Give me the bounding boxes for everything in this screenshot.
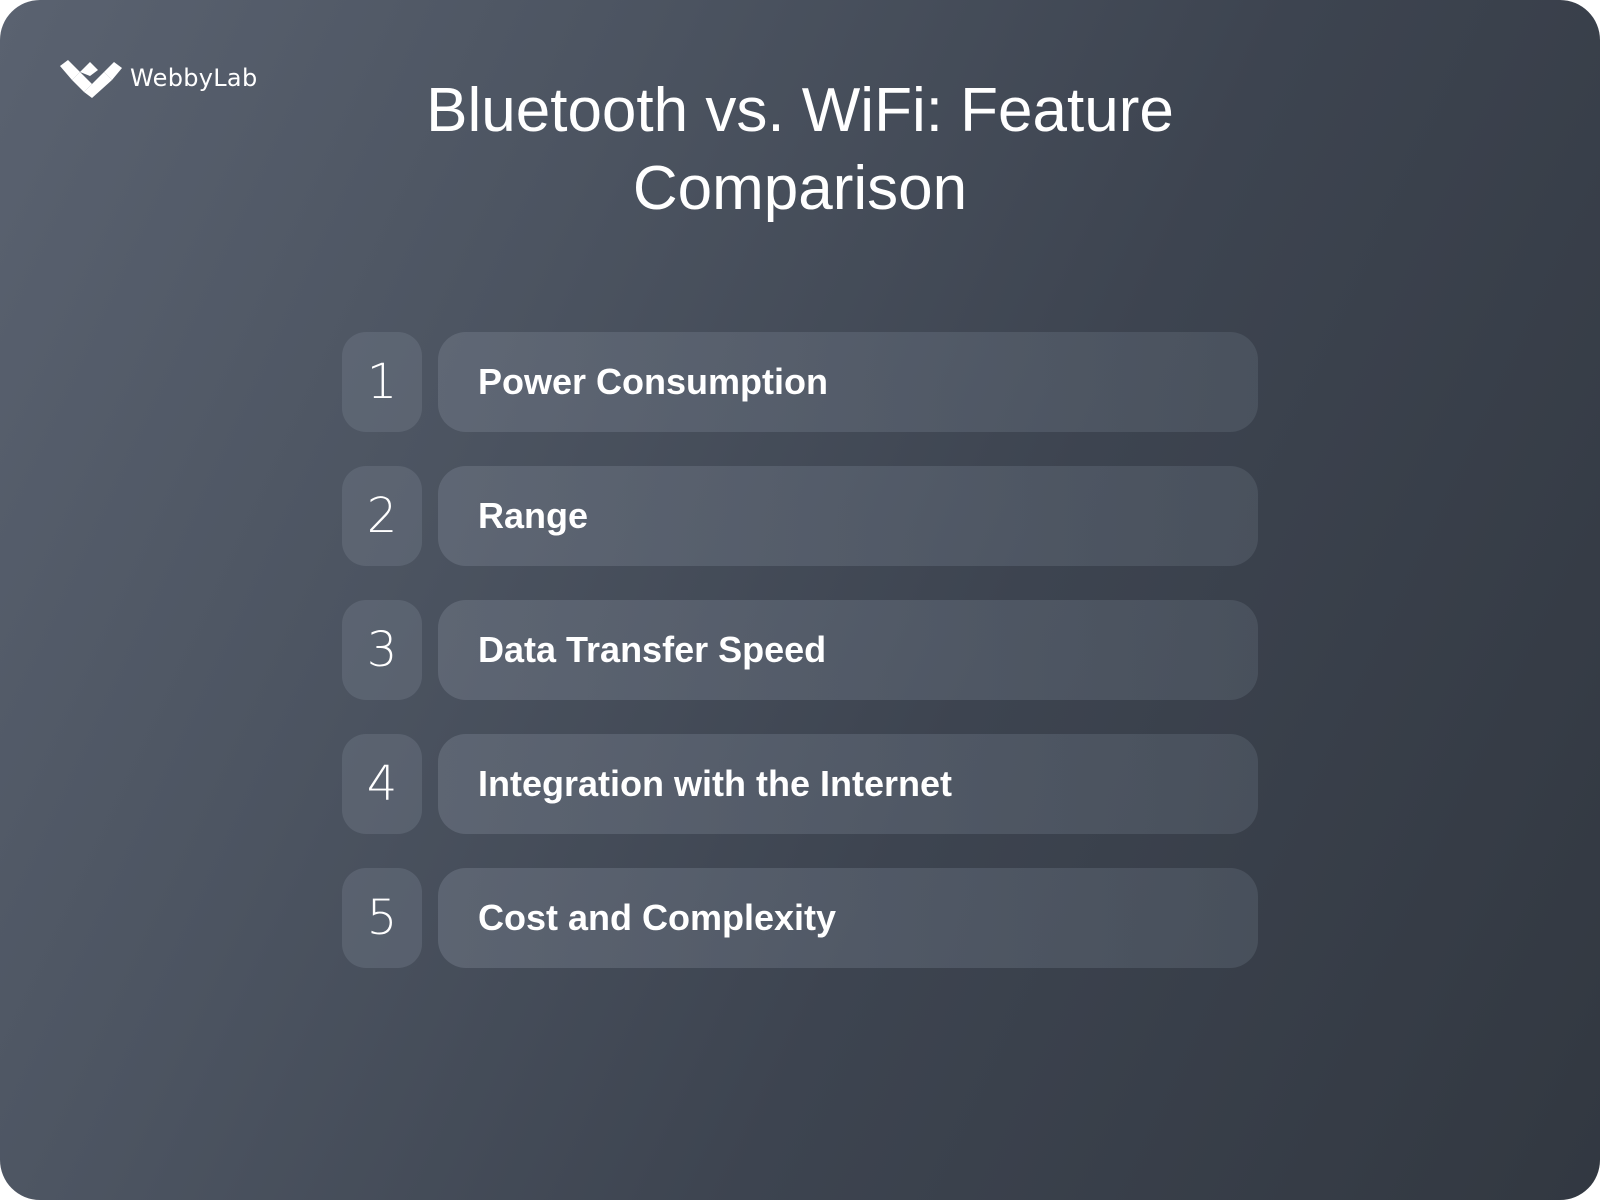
item-label: Integration with the Internet [478, 763, 952, 804]
item-label: Data Transfer Speed [478, 629, 827, 670]
item-label: Range [478, 495, 589, 536]
item-number: 2 [342, 466, 422, 566]
item-label: Cost and Complexity [478, 897, 837, 938]
page-title: Bluetooth vs. WiFi: Feature Comparison [426, 76, 1174, 223]
item-label-box: Power Consumption [438, 332, 1258, 432]
brand-name: WebbyLab [130, 64, 258, 92]
item-number: 4 [342, 734, 422, 834]
item-label-box: Integration with the Internet [438, 734, 1258, 834]
item-label-box: Data Transfer Speed [438, 600, 1258, 700]
item-label-box: Cost and Complexity [438, 868, 1258, 968]
brand-logo: WebbyLab [58, 58, 257, 98]
infographic-card: WebbyLab Bluetooth vs. WiFi: Feature Com… [0, 0, 1600, 1200]
item-number: 1 [342, 332, 422, 432]
webbylab-logo-icon [60, 60, 122, 98]
item-number: 5 [342, 868, 422, 968]
item-label-box: Range [438, 466, 1258, 566]
item-label: Power Consumption [478, 361, 828, 402]
item-number: 3 [342, 600, 422, 700]
